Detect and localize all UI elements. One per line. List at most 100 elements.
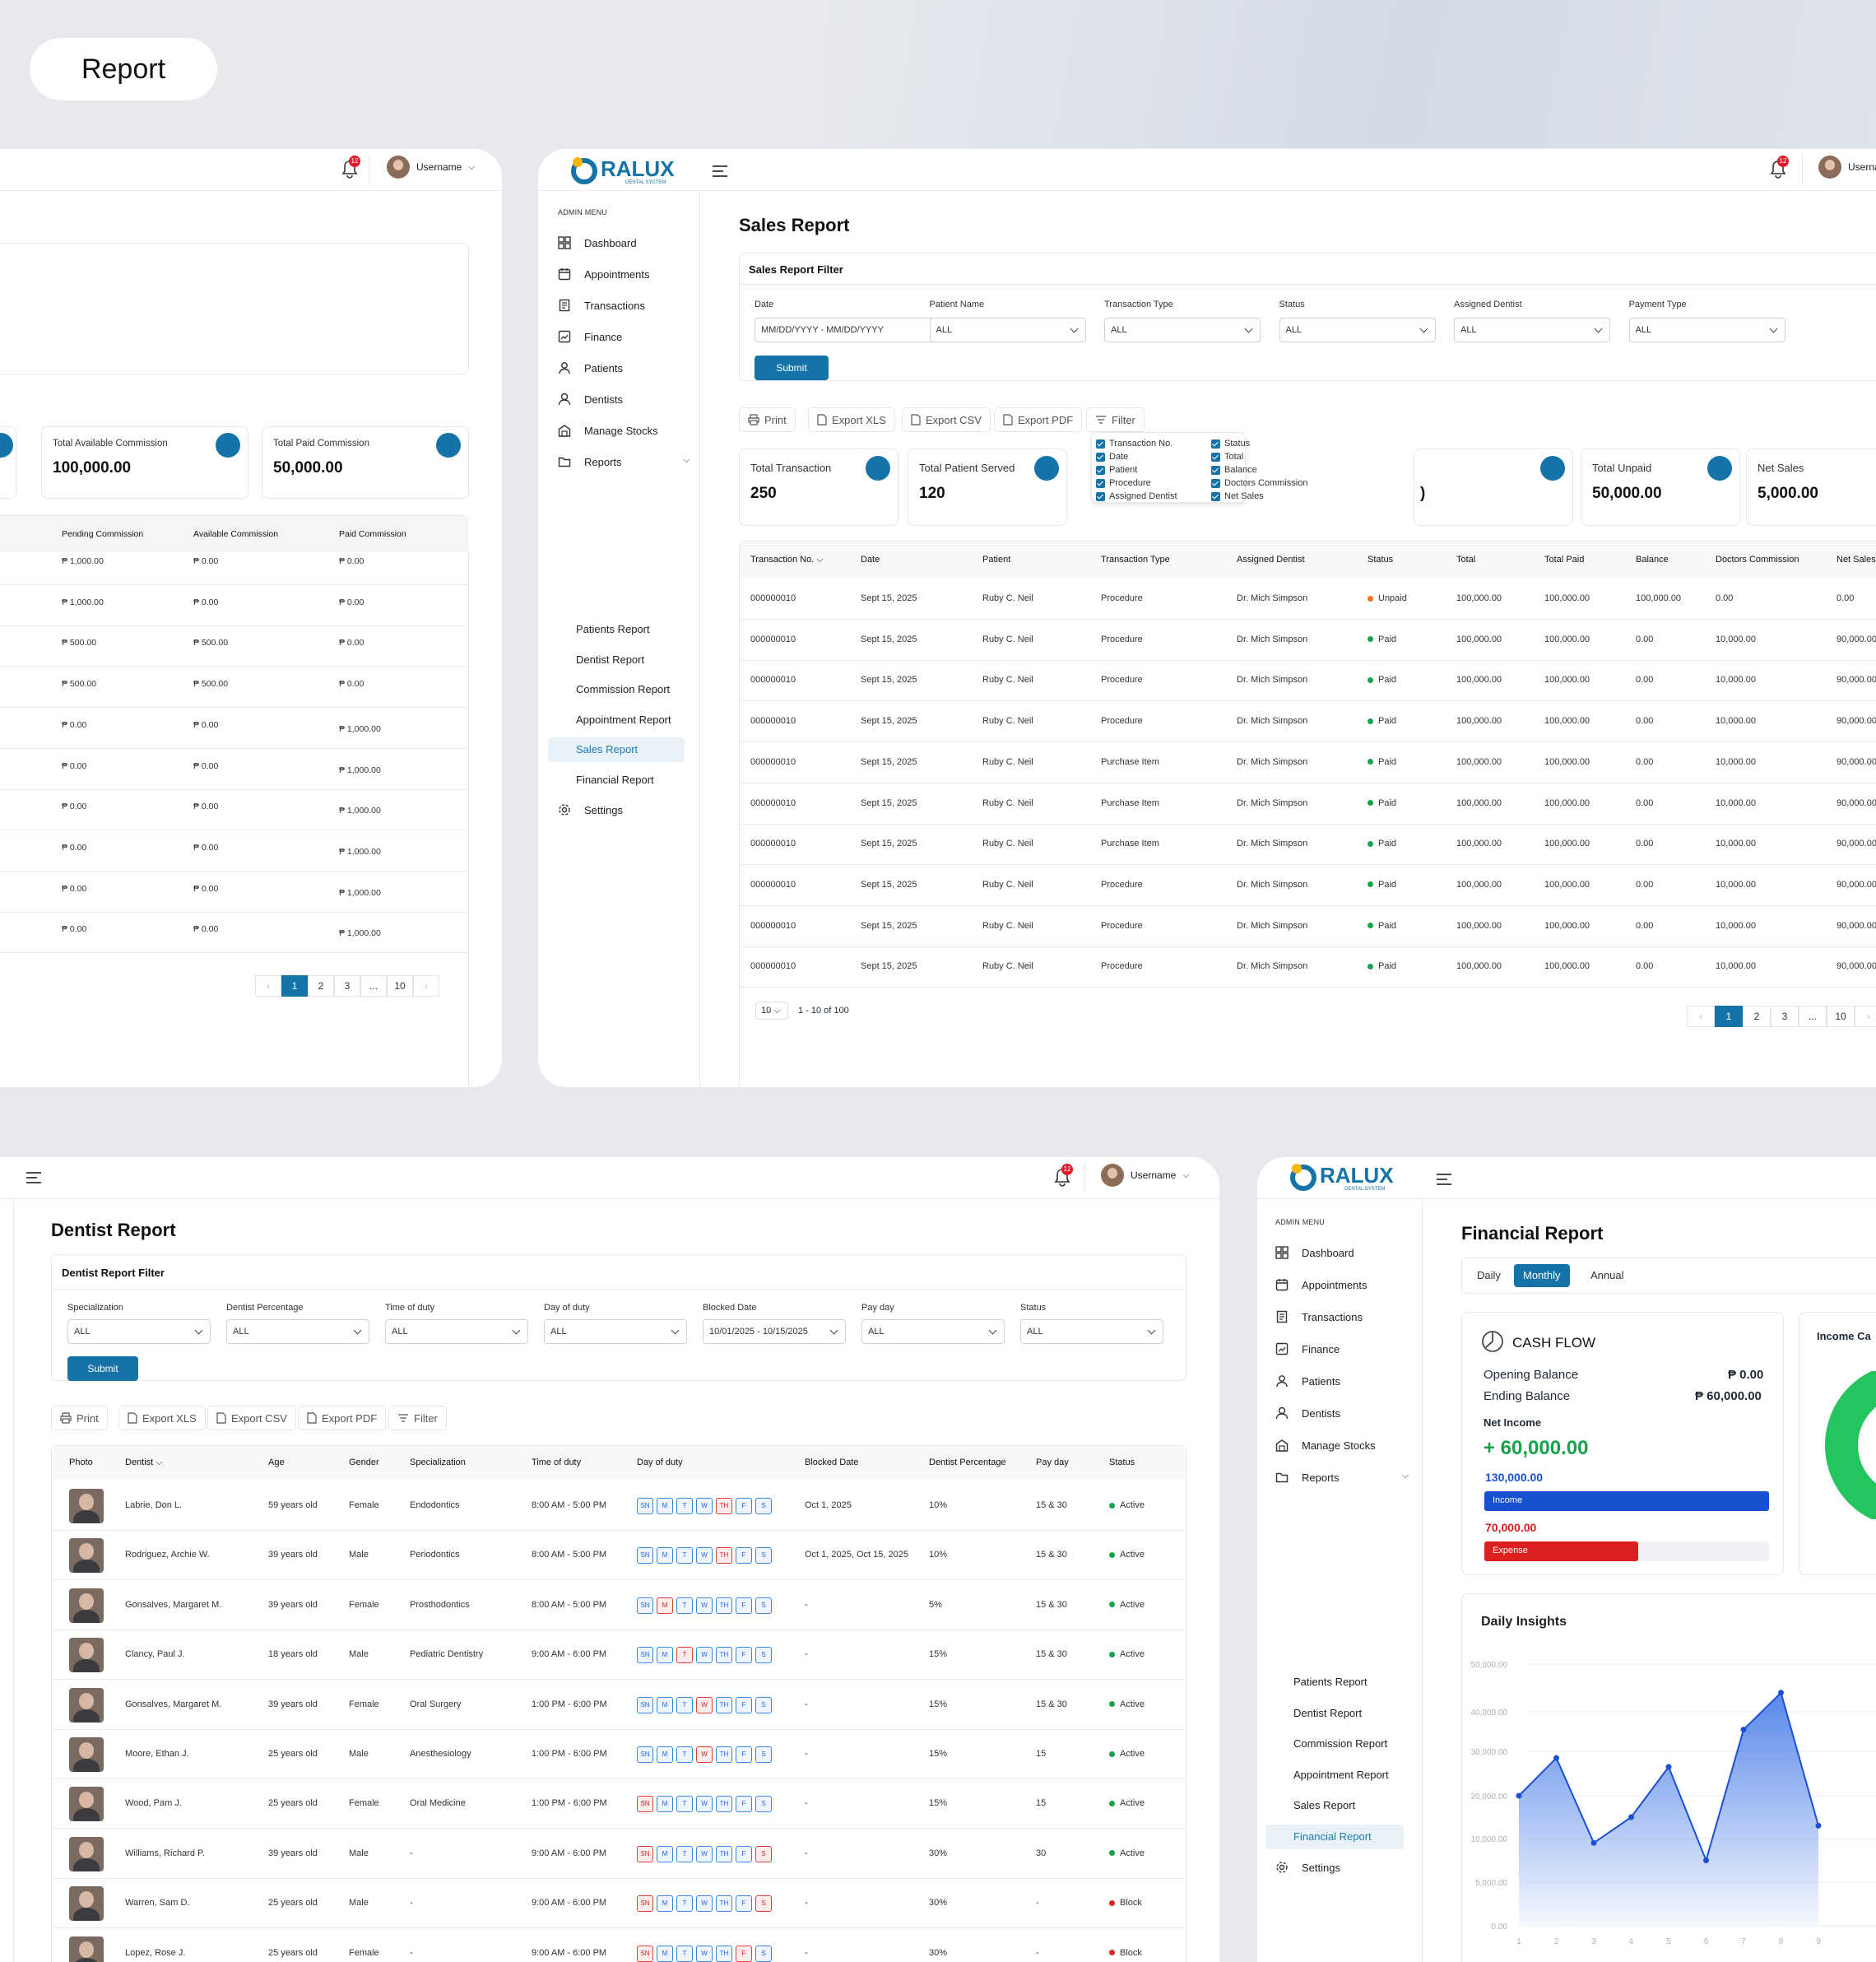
column-checkbox[interactable]: Net Sales <box>1211 491 1264 501</box>
data-point[interactable] <box>1703 1857 1709 1863</box>
next-page-button[interactable]: › <box>413 975 439 997</box>
filter-select[interactable]: MM/DD/YYYY - MM/DD/YYYY <box>755 318 950 342</box>
hamburger-menu-icon[interactable] <box>25 1170 43 1185</box>
sidebar-subitem-sales-report[interactable]: Sales Report <box>548 737 685 762</box>
column-checkbox[interactable]: Procedure <box>1096 478 1151 488</box>
sidebar-item-appointments[interactable]: Appointments <box>558 267 650 281</box>
column-checkbox[interactable]: Balance <box>1211 465 1257 475</box>
pdf-button[interactable]: Export PDF <box>298 1406 387 1430</box>
filter-button[interactable]: Filter <box>1086 407 1145 432</box>
filter-select[interactable]: ALL <box>861 1319 1005 1344</box>
sidebar-subitem-sales-report[interactable]: Sales Report <box>1265 1793 1404 1818</box>
sidebar-item-transactions[interactable]: Transactions <box>1275 1310 1363 1323</box>
page-button[interactable]: 3 <box>334 975 360 997</box>
notification-bell-icon[interactable]: 12 <box>1053 1164 1073 1187</box>
sidebar-subitem-appointment-report[interactable]: Appointment Report <box>548 708 685 732</box>
sidebar-item-finance[interactable]: Finance <box>558 330 622 343</box>
column-checkbox[interactable]: Status <box>1211 439 1250 449</box>
filter-select[interactable]: ALL <box>385 1319 528 1344</box>
user-menu[interactable]: Username ⌵ <box>1101 1164 1189 1187</box>
sidebar-item-dentists[interactable]: Dentists <box>1275 1406 1340 1420</box>
hamburger-menu-icon[interactable] <box>711 164 729 179</box>
hamburger-menu-icon[interactable] <box>1435 1172 1453 1187</box>
chevron-down-icon[interactable]: ⌵ <box>1402 1471 1409 1481</box>
sidebar-item-dashboard[interactable]: Dashboard <box>1275 1246 1354 1259</box>
page-button[interactable]: 2 <box>1743 1006 1771 1027</box>
page-size-select[interactable]: 10 ⌵ <box>755 1002 788 1020</box>
page-button[interactable]: ... <box>1799 1006 1827 1027</box>
page-button[interactable]: 10 <box>1827 1006 1855 1027</box>
filter-select[interactable]: ALL <box>1279 318 1436 342</box>
filter-button[interactable]: Filter <box>388 1406 447 1430</box>
column-checkbox[interactable]: Transaction No. <box>1096 439 1172 449</box>
data-point[interactable] <box>1628 1814 1634 1820</box>
prev-page-button[interactable]: ‹ <box>255 975 281 997</box>
sidebar-subitem-appointment-report[interactable]: Appointment Report <box>1265 1763 1404 1788</box>
sidebar-item-patients[interactable]: Patients <box>558 361 623 374</box>
user-menu[interactable]: Username <box>1818 156 1876 179</box>
submit-button[interactable]: Submit <box>755 356 829 380</box>
page-button[interactable]: 3 <box>1771 1006 1799 1027</box>
filter-select[interactable]: ALL <box>1628 318 1785 342</box>
filter-select[interactable]: ALL <box>929 318 1086 342</box>
page-button[interactable]: 10 <box>387 975 413 997</box>
sidebar-item-settings[interactable]: Settings <box>558 803 623 816</box>
data-point[interactable] <box>1516 1792 1522 1799</box>
data-point[interactable] <box>1740 1727 1747 1733</box>
csv-button[interactable]: Export CSV <box>902 407 991 432</box>
data-point[interactable] <box>1553 1755 1559 1761</box>
tab-monthly[interactable]: Monthly <box>1514 1264 1570 1287</box>
sidebar-subitem-dentist-report[interactable]: Dentist Report <box>1265 1701 1404 1726</box>
column-checkbox[interactable]: Total <box>1211 452 1243 462</box>
csv-button[interactable]: Export CSV <box>207 1406 296 1430</box>
xls-button[interactable]: Export XLS <box>808 407 895 432</box>
print-button[interactable]: Print <box>739 407 796 432</box>
page-button[interactable]: ... <box>360 975 387 997</box>
tab-annual[interactable]: Annual <box>1581 1264 1632 1287</box>
sidebar-subitem-patients-report[interactable]: Patients Report <box>548 617 685 642</box>
column-checkbox[interactable]: Date <box>1096 452 1128 462</box>
data-point[interactable] <box>1778 1690 1784 1696</box>
pdf-button[interactable]: Export PDF <box>994 407 1083 432</box>
filter-select[interactable]: ALL <box>67 1319 211 1344</box>
print-button[interactable]: Print <box>51 1406 108 1430</box>
user-menu[interactable]: Username ⌵ <box>387 156 475 179</box>
sidebar-item-patients[interactable]: Patients <box>1275 1374 1340 1388</box>
next-page-button[interactable]: › <box>1855 1006 1876 1027</box>
filter-select[interactable]: 10/01/2025 - 10/15/2025 <box>703 1319 846 1344</box>
sidebar-item-appointments[interactable]: Appointments <box>1275 1278 1368 1291</box>
column-checkbox[interactable]: Assigned Dentist <box>1096 491 1177 501</box>
notification-bell-icon[interactable]: 12 <box>1769 156 1789 179</box>
filter-select[interactable]: ALL <box>226 1319 369 1344</box>
filter-select[interactable]: ALL <box>544 1319 687 1344</box>
filter-select[interactable]: ALL <box>1454 318 1610 342</box>
xls-button[interactable]: Export XLS <box>118 1406 206 1430</box>
sidebar-item-dashboard[interactable]: Dashboard <box>558 236 637 249</box>
page-button[interactable]: 1 <box>281 975 308 997</box>
sidebar-item-transactions[interactable]: Transactions <box>558 299 645 312</box>
column-checkbox[interactable]: Doctors Commission <box>1211 478 1307 488</box>
data-point[interactable] <box>1815 1822 1822 1829</box>
sidebar-item-manage-stocks[interactable]: Manage Stocks <box>558 424 658 437</box>
sidebar-subitem-financial-report[interactable]: Financial Report <box>1265 1824 1404 1849</box>
data-point[interactable] <box>1590 1839 1597 1846</box>
prev-page-button[interactable]: ‹ <box>1687 1006 1715 1027</box>
sidebar-subitem-commission-report[interactable]: Commission Report <box>548 677 685 702</box>
sidebar-item-finance[interactable]: Finance <box>1275 1342 1340 1355</box>
sidebar-item-dentists[interactable]: Dentists <box>558 393 623 406</box>
submit-button[interactable]: Submit <box>67 1356 138 1381</box>
column-checkbox[interactable]: Patient <box>1096 465 1137 475</box>
sidebar-subitem-patients-report[interactable]: Patients Report <box>1265 1670 1404 1695</box>
page-button[interactable]: 2 <box>308 975 334 997</box>
sidebar-item-reports[interactable]: Reports <box>558 455 622 468</box>
sidebar-item-reports[interactable]: Reports <box>1275 1471 1340 1484</box>
sidebar-subitem-financial-report[interactable]: Financial Report <box>548 768 685 793</box>
filter-select[interactable]: ALL <box>1020 1319 1163 1344</box>
notification-bell-icon[interactable]: 12 <box>341 156 360 179</box>
sidebar-item-settings[interactable]: Settings <box>1275 1861 1340 1874</box>
sidebar-item-manage-stocks[interactable]: Manage Stocks <box>1275 1439 1376 1452</box>
data-point[interactable] <box>1665 1764 1672 1770</box>
sidebar-subitem-dentist-report[interactable]: Dentist Report <box>548 648 685 672</box>
page-button[interactable]: 1 <box>1715 1006 1743 1027</box>
filter-select[interactable]: ALL <box>1104 318 1261 342</box>
